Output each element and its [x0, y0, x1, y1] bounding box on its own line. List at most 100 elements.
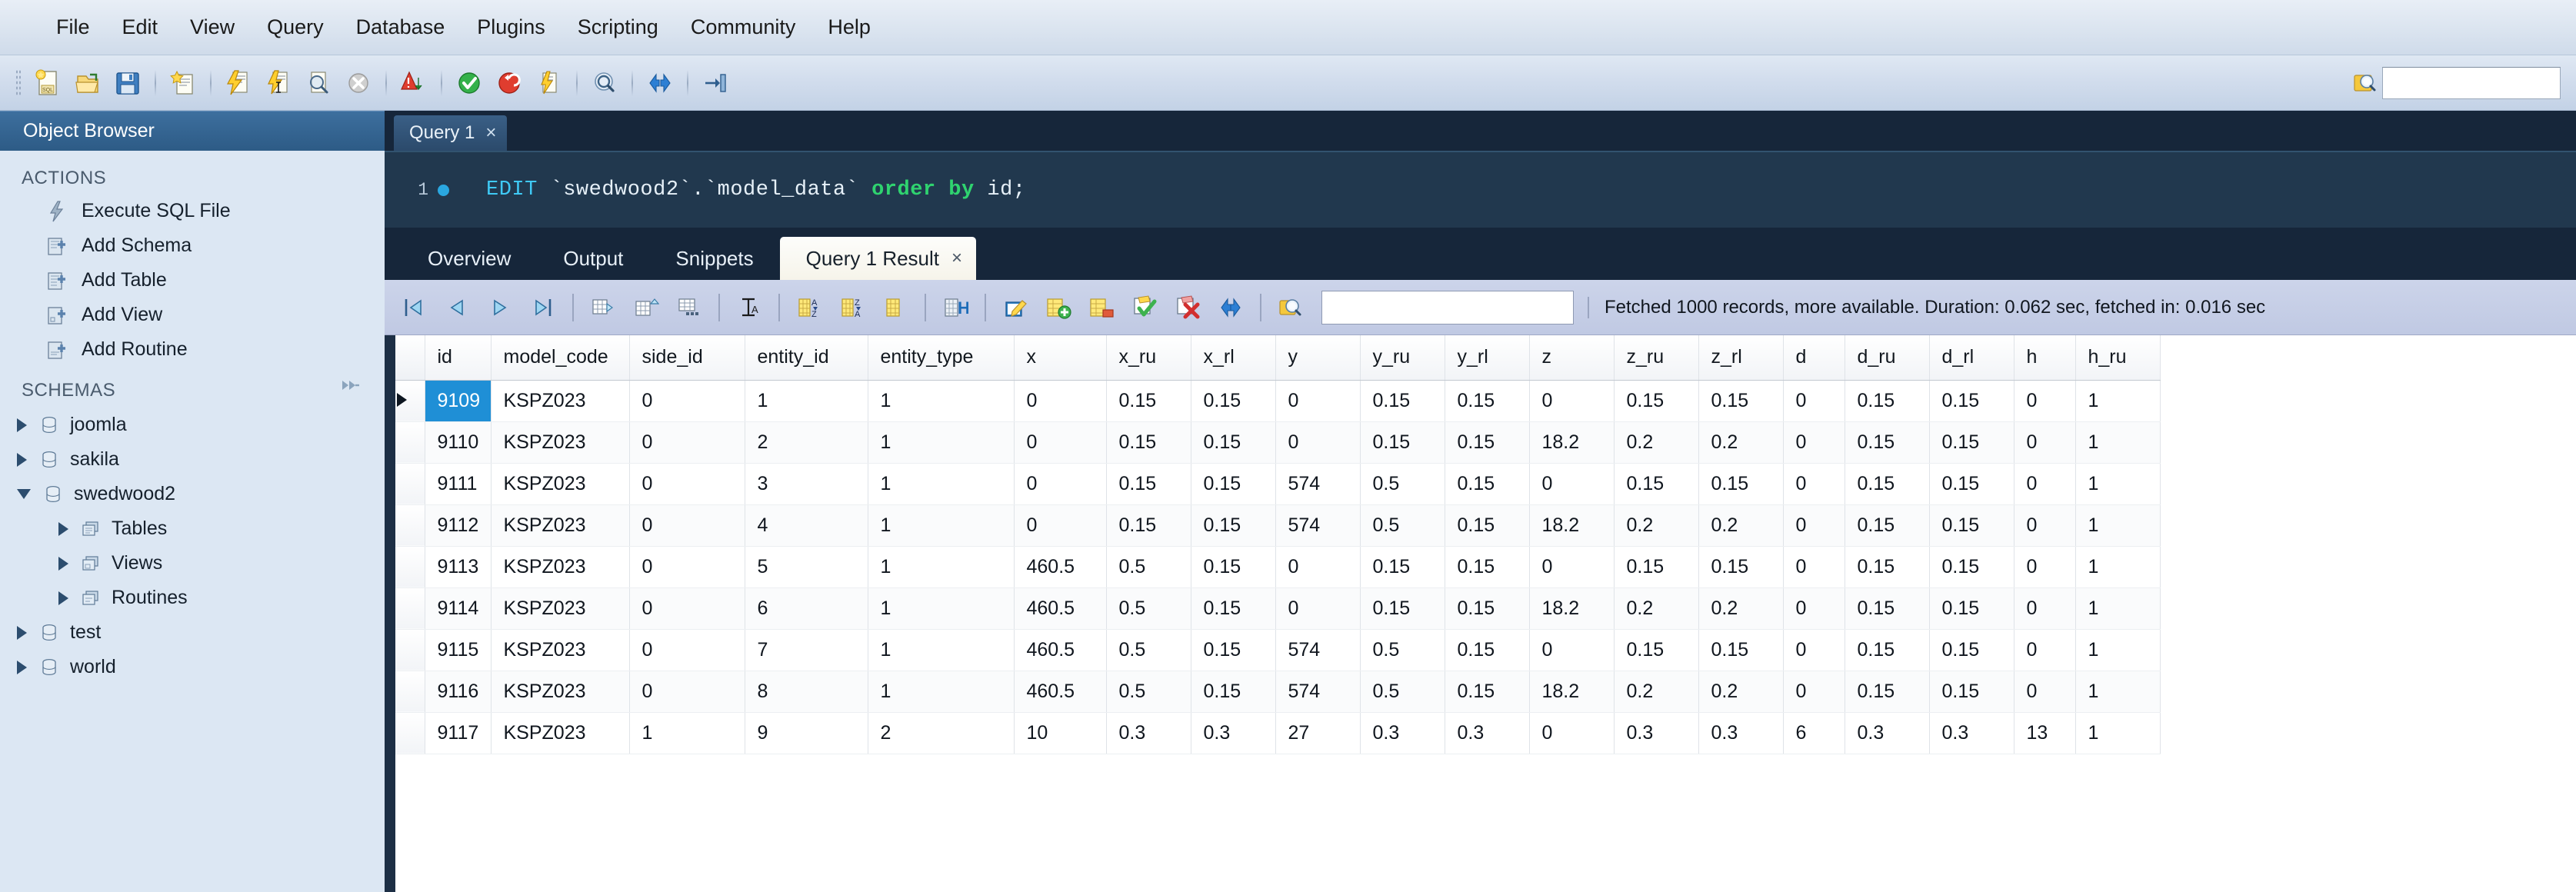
export-recordset-icon[interactable]: H — [938, 290, 973, 325]
cell-y_rl[interactable]: 0.3 — [1445, 712, 1529, 754]
toolbar-search-input[interactable] — [2382, 67, 2561, 99]
cell-d_ru[interactable]: 0.15 — [1845, 463, 1929, 504]
close-icon[interactable]: × — [485, 122, 496, 144]
cell-z_ru[interactable]: 0.15 — [1614, 380, 1698, 421]
previous-row-icon[interactable] — [439, 290, 475, 325]
cell-side_id[interactable]: 0 — [629, 587, 745, 629]
cell-y_ru[interactable]: 0.5 — [1360, 463, 1445, 504]
toggle-stop-on-error-icon[interactable] — [395, 65, 432, 102]
cell-d[interactable]: 6 — [1783, 712, 1845, 754]
column-header-y_ru[interactable]: y_ru — [1360, 335, 1445, 380]
cell-z[interactable]: 0 — [1529, 463, 1614, 504]
chevron-right-icon[interactable] — [17, 418, 27, 432]
cell-y_ru[interactable]: 0.3 — [1360, 712, 1445, 754]
chevron-right-icon[interactable] — [58, 591, 68, 605]
cell-id[interactable]: 9114 — [425, 587, 491, 629]
cell-id[interactable]: 9113 — [425, 546, 491, 587]
cell-x_rl[interactable]: 0.15 — [1191, 671, 1275, 712]
cell-d[interactable]: 0 — [1783, 671, 1845, 712]
cell-model_code[interactable]: KSPZ023 — [491, 587, 629, 629]
cell-entity_type[interactable]: 1 — [868, 546, 1014, 587]
cell-d[interactable]: 0 — [1783, 629, 1845, 671]
cell-y[interactable]: 574 — [1275, 629, 1360, 671]
delete-selected-rows-icon[interactable] — [1084, 290, 1119, 325]
cell-y_rl[interactable]: 0.15 — [1445, 546, 1529, 587]
menu-item-plugins[interactable]: Plugins — [464, 12, 558, 42]
cell-d[interactable]: 0 — [1783, 546, 1845, 587]
cell-d[interactable]: 0 — [1783, 504, 1845, 546]
chevron-down-icon[interactable] — [17, 489, 31, 499]
cell-x_ru[interactable]: 0.15 — [1106, 463, 1191, 504]
cell-entity_id[interactable]: 7 — [745, 629, 868, 671]
cell-x_ru[interactable]: 0.5 — [1106, 629, 1191, 671]
cell-entity_id[interactable]: 6 — [745, 587, 868, 629]
cell-x[interactable]: 0 — [1014, 380, 1106, 421]
cell-x_rl[interactable]: 0.15 — [1191, 587, 1275, 629]
cell-side_id[interactable]: 0 — [629, 504, 745, 546]
refresh-icon[interactable] — [338, 378, 362, 403]
cell-x_ru[interactable]: 0.5 — [1106, 587, 1191, 629]
cell-x_ru[interactable]: 0.5 — [1106, 546, 1191, 587]
cell-y[interactable]: 0 — [1275, 546, 1360, 587]
wrap-cell-content-icon[interactable] — [585, 290, 621, 325]
cell-id[interactable]: 9110 — [425, 421, 491, 463]
cell-d_ru[interactable]: 0.15 — [1845, 504, 1929, 546]
cell-z_rl[interactable]: 0.2 — [1698, 587, 1783, 629]
cell-side_id[interactable]: 0 — [629, 380, 745, 421]
cell-entity_type[interactable]: 1 — [868, 587, 1014, 629]
sidebar-node-tables[interactable]: Tables — [0, 511, 385, 546]
cell-entity_id[interactable]: 5 — [745, 546, 868, 587]
cell-z_ru[interactable]: 0.2 — [1614, 587, 1698, 629]
cell-x[interactable]: 460.5 — [1014, 587, 1106, 629]
cell-d_rl[interactable]: 0.15 — [1929, 546, 2014, 587]
cell-x[interactable]: 460.5 — [1014, 546, 1106, 587]
cell-h[interactable]: 0 — [2014, 587, 2075, 629]
cell-x[interactable]: 460.5 — [1014, 629, 1106, 671]
cell-x_rl[interactable]: 0.15 — [1191, 629, 1275, 671]
chevron-right-icon[interactable] — [58, 522, 68, 536]
cell-model_code[interactable]: KSPZ023 — [491, 421, 629, 463]
cell-x_ru[interactable]: 0.5 — [1106, 671, 1191, 712]
cell-h[interactable]: 0 — [2014, 504, 2075, 546]
statement-marker-icon[interactable] — [438, 185, 449, 196]
cell-side_id[interactable]: 0 — [629, 671, 745, 712]
cell-d_ru[interactable]: 0.15 — [1845, 629, 1929, 671]
chevron-right-icon[interactable] — [17, 626, 27, 640]
cell-id[interactable]: 9115 — [425, 629, 491, 671]
column-header-h_ru[interactable]: h_ru — [2075, 335, 2160, 380]
field-types-icon[interactable] — [628, 290, 664, 325]
cell-model_code[interactable]: KSPZ023 — [491, 380, 629, 421]
first-row-icon[interactable] — [396, 290, 432, 325]
cell-y_ru[interactable]: 0.5 — [1360, 671, 1445, 712]
cell-h[interactable]: 0 — [2014, 380, 2075, 421]
sidebar-item-add-table[interactable]: Add Table — [0, 263, 385, 298]
cell-entity_type[interactable]: 1 — [868, 380, 1014, 421]
cell-h_ru[interactable]: 1 — [2075, 380, 2160, 421]
cell-z_ru[interactable]: 0.15 — [1614, 463, 1698, 504]
menu-item-community[interactable]: Community — [678, 12, 809, 42]
revert-changes-icon[interactable] — [1170, 290, 1205, 325]
sort-descending-icon[interactable]: Z A — [835, 290, 870, 325]
cell-y_rl[interactable]: 0.15 — [1445, 463, 1529, 504]
cell-entity_id[interactable]: 4 — [745, 504, 868, 546]
sidebar-schema-joomla[interactable]: joomla — [0, 408, 385, 442]
sort-none-icon[interactable] — [878, 290, 913, 325]
tab-snippets[interactable]: Snippets — [649, 237, 779, 280]
cell-x[interactable]: 0 — [1014, 421, 1106, 463]
table-row[interactable]: 9110KSPZ02302100.150.1500.150.1518.20.20… — [385, 421, 2160, 463]
column-header-z_rl[interactable]: z_rl — [1698, 335, 1783, 380]
save-sql-script-icon[interactable] — [109, 65, 146, 102]
cell-d[interactable]: 0 — [1783, 380, 1845, 421]
cell-entity_type[interactable]: 1 — [868, 629, 1014, 671]
cell-id[interactable]: 9116 — [425, 671, 491, 712]
sidebar-item-execute-sql-file[interactable]: Execute SQL File — [0, 194, 385, 228]
table-row[interactable]: 9114KSPZ023061460.50.50.1500.150.1518.20… — [385, 587, 2160, 629]
column-header-y_rl[interactable]: y_rl — [1445, 335, 1529, 380]
explain-query-icon[interactable] — [300, 65, 337, 102]
table-row[interactable]: 9115KSPZ023071460.50.50.155740.50.1500.1… — [385, 629, 2160, 671]
open-sql-script-icon[interactable] — [69, 65, 106, 102]
cell-d[interactable]: 0 — [1783, 463, 1845, 504]
cell-z_rl[interactable]: 0.2 — [1698, 671, 1783, 712]
cell-y_rl[interactable]: 0.15 — [1445, 671, 1529, 712]
cell-x[interactable]: 0 — [1014, 463, 1106, 504]
